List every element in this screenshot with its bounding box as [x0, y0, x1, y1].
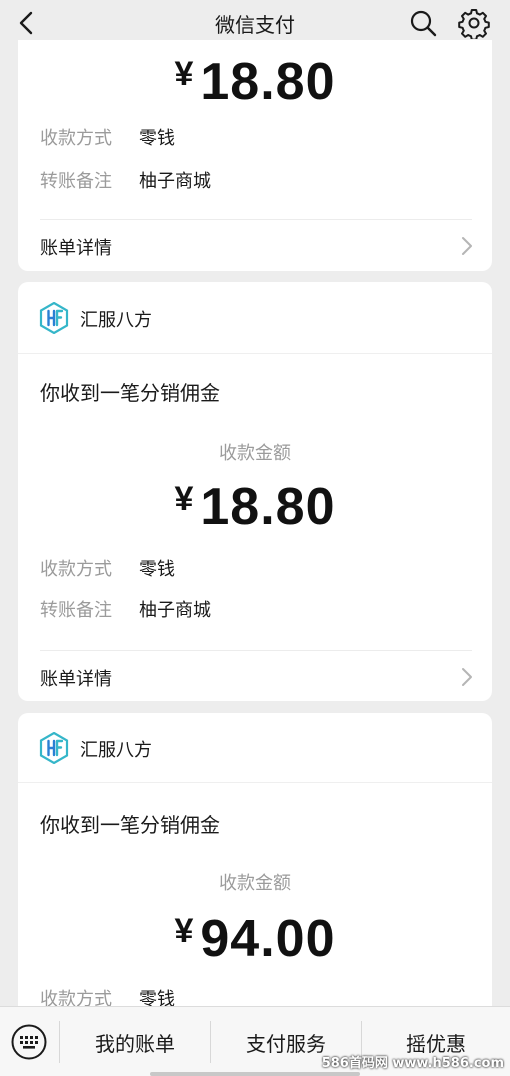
notification-headline: 你收到一笔分销佣金 — [40, 813, 220, 837]
amount-value: 18.80 — [200, 478, 336, 536]
amount-label: 收款金额 — [219, 873, 291, 894]
currency-symbol: ¥ — [174, 480, 195, 518]
search-icon[interactable] — [408, 8, 438, 38]
amount-display: ¥94.00 — [18, 909, 492, 969]
currency-symbol: ¥ — [174, 912, 195, 950]
gear-icon[interactable] — [458, 7, 490, 39]
merchant-header[interactable]: 汇服八方 — [18, 282, 492, 354]
watermark: 586首码网 www.h586.com — [321, 1056, 504, 1071]
row-value: 柚子商城 — [139, 171, 211, 192]
bill-detail-link[interactable]: 账单详情 — [18, 652, 492, 701]
payment-card-1: ¥18.80 收款方式 零钱 转账备注 柚子商城 账单详情 — [18, 40, 492, 271]
merchant-logo-icon — [39, 732, 69, 764]
amount-display: ¥18.80 — [18, 52, 492, 112]
notification-headline: 你收到一笔分销佣金 — [40, 381, 220, 405]
row-key: 转账备注 — [40, 171, 112, 192]
payment-method-row: 收款方式 零钱 — [40, 555, 175, 581]
divider — [40, 219, 472, 220]
row-key: 转账备注 — [40, 600, 112, 621]
chevron-right-icon — [462, 668, 472, 686]
amount-value: 94.00 — [200, 910, 336, 968]
currency-symbol: ¥ — [174, 55, 195, 93]
bill-detail-label: 账单详情 — [40, 669, 112, 690]
bill-detail-link[interactable]: 账单详情 — [18, 221, 492, 271]
bill-detail-label: 账单详情 — [40, 238, 112, 259]
page-title: 微信支付 — [215, 12, 295, 37]
merchant-name: 汇服八方 — [80, 310, 152, 331]
amount-display: ¥18.80 — [18, 477, 492, 537]
merchant-name: 汇服八方 — [80, 740, 152, 761]
tab-my-bills[interactable]: 我的账单 — [60, 1007, 210, 1076]
back-icon[interactable] — [14, 9, 42, 37]
payment-method-row: 收款方式 零钱 — [40, 124, 175, 150]
amount-label: 收款金额 — [219, 443, 291, 464]
keyboard-icon[interactable] — [10, 1023, 48, 1061]
row-value: 零钱 — [139, 128, 175, 149]
merchant-logo-icon — [39, 302, 69, 334]
payment-card-2: 汇服八方 你收到一笔分销佣金 收款金额 ¥18.80 收款方式 零钱 转账备注 柚子… — [18, 282, 492, 701]
home-indicator — [150, 1072, 360, 1076]
row-value: 零钱 — [139, 559, 175, 580]
divider — [40, 650, 472, 651]
payment-card-3: 汇服八方 你收到一笔分销佣金 收款金额 ¥94.00 收款方式 零钱 — [18, 713, 492, 1013]
merchant-header[interactable]: 汇服八方 — [18, 713, 492, 783]
amount-value: 18.80 — [200, 53, 336, 111]
chevron-right-icon — [462, 237, 472, 255]
transfer-note-row: 转账备注 柚子商城 — [40, 596, 211, 622]
row-key: 收款方式 — [40, 559, 112, 580]
row-key: 收款方式 — [40, 128, 112, 149]
transfer-note-row: 转账备注 柚子商城 — [40, 167, 211, 193]
row-value: 柚子商城 — [139, 600, 211, 621]
